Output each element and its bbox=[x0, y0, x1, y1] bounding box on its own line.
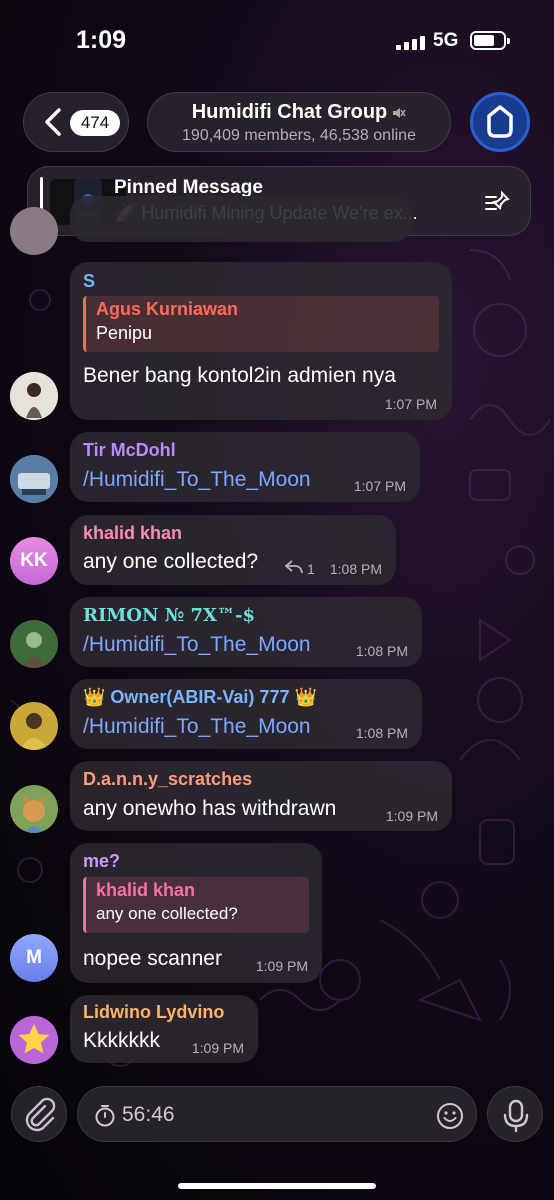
message-time: 1:07 PM bbox=[353, 478, 406, 494]
message-sender[interactable]: 👑 Owner(ABIR-Vai) 777 👑 bbox=[83, 687, 317, 708]
message-bubble[interactable]: Lidwino Lydvino Kkkkkkk 1:09 PM bbox=[70, 995, 258, 1063]
star-avatar-icon bbox=[10, 1016, 58, 1064]
chat-title-row: Humidifi Chat Group bbox=[148, 101, 450, 124]
message-bubble[interactable]: 👑 Owner(ABIR-Vai) 777 👑 /Humidifi_To_The… bbox=[70, 679, 422, 749]
home-indicator bbox=[178, 1183, 376, 1189]
avatar[interactable] bbox=[10, 207, 58, 255]
message-bubble-partial bbox=[70, 196, 412, 242]
chat-title: Humidifi Chat Group bbox=[191, 101, 388, 123]
microphone-button[interactable] bbox=[487, 1086, 543, 1142]
reply-name: Agus Kurniawan bbox=[96, 299, 239, 319]
message-sender[interactable]: D.a.n.n.y_scratches bbox=[83, 769, 252, 790]
message-sender[interactable]: Lidwino Lydvino bbox=[83, 1002, 224, 1023]
message-sender[interactable]: S bbox=[83, 271, 95, 292]
message-link[interactable]: /Humidifi_To_The_Moon bbox=[83, 468, 311, 492]
battery-icon bbox=[470, 31, 510, 50]
reply-quote[interactable]: Agus Kurniawan Penipu bbox=[83, 296, 439, 352]
attach-button[interactable] bbox=[11, 1086, 67, 1142]
message-time: 1:08 PM bbox=[329, 561, 382, 577]
status-bar: 1:09 5G bbox=[0, 0, 554, 80]
avatar[interactable]: KK bbox=[10, 537, 58, 585]
avatar[interactable] bbox=[10, 455, 58, 503]
emoji-icon[interactable] bbox=[436, 1102, 464, 1130]
avatar[interactable] bbox=[10, 620, 58, 668]
avatar[interactable] bbox=[10, 785, 58, 833]
avatar[interactable] bbox=[10, 702, 58, 750]
chat-member-count: 190,409 members, 46,538 online bbox=[182, 127, 416, 144]
message-sender[interactable]: RIMON № 7X™-$ bbox=[83, 605, 255, 626]
paperclip-icon bbox=[25, 1097, 56, 1132]
message-bubble[interactable]: khalid khan any one collected? 1 1:08 PM bbox=[70, 515, 396, 585]
signal-icon bbox=[396, 36, 426, 50]
chat-title-pill[interactable]: Humidifi Chat Group 190,409 members, 46,… bbox=[147, 92, 451, 152]
message-time: 1:09 PM bbox=[191, 1040, 244, 1056]
message-bubble[interactable]: RIMON № 7X™-$ /Humidifi_To_The_Moon 1:08… bbox=[70, 597, 422, 667]
reply-count[interactable]: 1 bbox=[307, 561, 315, 577]
message-text: any onewho has withdrawn bbox=[83, 797, 337, 820]
message-bubble[interactable]: D.a.n.n.y_scratches any onewho has withd… bbox=[70, 761, 452, 831]
message-input[interactable]: 56:46 bbox=[77, 1086, 477, 1142]
avatar[interactable] bbox=[10, 372, 58, 420]
message-bubble[interactable]: S Agus Kurniawan Penipu Bener bang konto… bbox=[70, 262, 452, 420]
message-bubble[interactable]: me? khalid khan any one collected? nopee… bbox=[70, 843, 322, 983]
mute-icon bbox=[393, 107, 406, 118]
chevron-left-icon bbox=[45, 108, 61, 136]
chat-screen: 1:09 5G 474 Humidifi Chat Group 190,409 … bbox=[0, 0, 554, 1200]
message-sender[interactable]: me? bbox=[83, 851, 120, 872]
reply-text: Penipu bbox=[96, 323, 153, 343]
message-link[interactable]: /Humidifi_To_The_Moon bbox=[83, 715, 311, 739]
message-text: Kkkkkkk bbox=[83, 1029, 161, 1052]
network-type: 5G bbox=[433, 30, 459, 51]
microphone-icon bbox=[503, 1099, 529, 1133]
back-button[interactable]: 474 bbox=[23, 92, 129, 152]
timer-icon bbox=[95, 1105, 115, 1127]
message-sender[interactable]: khalid khan bbox=[83, 523, 182, 544]
avatar[interactable] bbox=[10, 1016, 58, 1064]
message-time: 1:08 PM bbox=[355, 725, 408, 741]
message-time: 1:07 PM bbox=[384, 396, 437, 412]
droplet-logo-icon bbox=[487, 105, 513, 138]
pin-list-icon[interactable] bbox=[484, 189, 512, 215]
message-text: nopee scanner bbox=[83, 947, 222, 970]
message-bubble[interactable]: Tir McDohl /Humidifi_To_The_Moon 1:07 PM bbox=[70, 432, 420, 502]
reply-name: khalid khan bbox=[96, 880, 196, 900]
reply-text: any one collected? bbox=[96, 904, 238, 923]
group-avatar[interactable] bbox=[470, 92, 530, 152]
avatar[interactable]: M bbox=[10, 934, 58, 982]
unread-count-badge: 474 bbox=[70, 110, 120, 136]
message-input-value: 56:46 bbox=[122, 1103, 175, 1126]
message-text: any one collected? bbox=[83, 550, 259, 573]
message-time: 1:08 PM bbox=[355, 643, 408, 659]
status-time: 1:09 bbox=[76, 26, 127, 54]
message-text: Bener bang kontol2in admien nya bbox=[83, 364, 396, 387]
reply-quote[interactable]: khalid khan any one collected? bbox=[83, 877, 309, 933]
message-sender[interactable]: Tir McDohl bbox=[83, 440, 176, 461]
message-link[interactable]: /Humidifi_To_The_Moon bbox=[83, 633, 311, 657]
reply-arrow-icon bbox=[285, 560, 303, 574]
message-time: 1:09 PM bbox=[385, 808, 438, 824]
message-time: 1:09 PM bbox=[255, 958, 308, 974]
